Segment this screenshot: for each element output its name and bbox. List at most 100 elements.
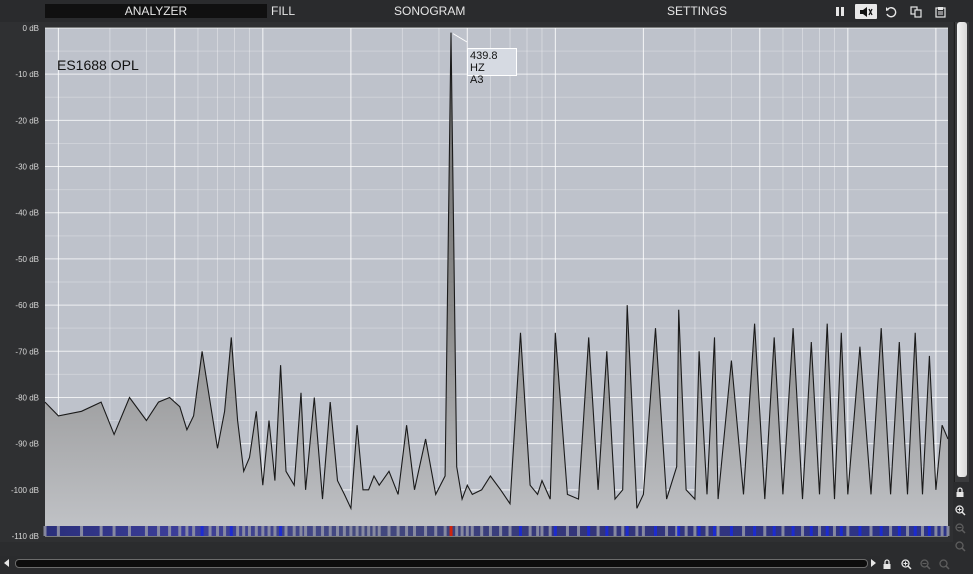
band-mark (372, 526, 376, 536)
spectrum-chart[interactable]: 0 dB -10 dB -20 dB -30 dB -40 dB -50 dB -60 dB… (0, 22, 953, 542)
speaker-icon (860, 6, 873, 17)
band-mark (157, 526, 161, 536)
y-tick-label: -20 dB (15, 116, 39, 125)
band-mark (825, 526, 829, 536)
copy-button[interactable] (906, 4, 926, 19)
band-mark (455, 526, 459, 536)
pause-icon (836, 7, 844, 16)
y-tick-label: -100 dB (11, 486, 39, 495)
band-mark (216, 526, 220, 536)
vertical-lock-button[interactable] (952, 485, 968, 499)
band-mark (596, 526, 600, 536)
band-mark (536, 526, 540, 536)
band-mark (223, 526, 227, 536)
band-mark (470, 526, 474, 536)
band-mark (772, 526, 776, 536)
band-mark (279, 526, 283, 536)
band-mark (208, 526, 212, 536)
speaker-button[interactable] (855, 4, 877, 19)
tab-sonogram[interactable]: SONOGRAM (394, 4, 465, 18)
band-mark (336, 526, 340, 536)
horizontal-scrollbar[interactable] (0, 556, 880, 570)
band-mark (261, 526, 265, 536)
horizontal-lock-button[interactable] (880, 557, 894, 571)
zoom-in-icon (900, 558, 912, 570)
band-mark (178, 526, 182, 536)
copy-icon (910, 5, 922, 18)
band-mark (613, 526, 617, 536)
zoom-reset-icon (954, 540, 966, 552)
tab-fill[interactable]: FILL (271, 4, 295, 18)
band-mark (921, 526, 925, 536)
spectrum-plot-panel[interactable]: 0 dB -10 dB -20 dB -30 dB -40 dB -50 dB -60 dB… (0, 22, 953, 542)
vertical-scrollbar[interactable] (954, 22, 969, 482)
scroll-right-icon[interactable] (869, 558, 877, 568)
paste-button[interactable] (931, 4, 951, 19)
band-mark (112, 526, 116, 536)
band-mark (99, 526, 103, 536)
pause-button[interactable] (830, 4, 850, 19)
menu-bar: ANALYZER FILL SONOGRAM SETTINGS (0, 0, 973, 22)
band-mark (913, 526, 917, 536)
horizontal-scrollbar-thumb[interactable] (15, 559, 868, 568)
band-mark (434, 526, 438, 536)
band-mark (284, 526, 288, 536)
band-mark (449, 526, 453, 536)
vertical-zoom-reset-button[interactable] (952, 539, 968, 553)
zoom-reset-icon (938, 558, 950, 570)
y-tick-label: -70 dB (15, 347, 39, 356)
band-mark (927, 526, 931, 536)
horizontal-zoom-reset-button[interactable] (937, 557, 951, 571)
band-mark (361, 526, 365, 536)
vertical-scrollbar-thumb[interactable] (957, 22, 967, 477)
band-mark (413, 526, 417, 536)
band-mark (200, 526, 204, 536)
band-mark (367, 526, 371, 536)
band-mark (192, 526, 196, 536)
band-mark (940, 526, 944, 536)
band-mark (697, 526, 701, 536)
band-mark (229, 526, 233, 536)
band-mark (377, 526, 381, 536)
band-mark (396, 526, 400, 536)
band-mark (299, 526, 303, 536)
paste-icon (935, 6, 946, 18)
y-tick-label: -80 dB (15, 393, 39, 402)
vertical-zoom-in-button[interactable] (952, 503, 968, 517)
tab-analyzer[interactable]: ANALYZER (45, 4, 267, 18)
horizontal-zoom-in-button[interactable] (899, 557, 913, 571)
band-mark (684, 526, 688, 536)
peak-frequency: 439.8 HZ (470, 50, 498, 74)
band-mark (312, 526, 316, 536)
band-mark (540, 526, 544, 536)
band-mark (576, 526, 580, 536)
y-tick-label: -40 dB (15, 209, 39, 218)
band-mark (839, 526, 843, 536)
band-mark (553, 526, 557, 536)
tab-settings[interactable]: SETTINGS (667, 4, 727, 18)
band-mark (693, 526, 697, 536)
band-mark (43, 526, 47, 536)
reset-icon (886, 6, 897, 17)
band-mark (858, 526, 862, 536)
band-mark (548, 526, 552, 536)
band-mark (292, 526, 296, 536)
band-mark (565, 526, 569, 536)
band-mark (677, 526, 681, 536)
band-mark (846, 526, 850, 536)
band-mark (242, 526, 246, 536)
band-mark (321, 526, 325, 536)
y-tick-label: -110 dB (12, 532, 39, 541)
band-mark (349, 526, 353, 536)
band-mark (405, 526, 409, 536)
y-tick-label: -60 dB (15, 301, 39, 310)
band-mark (705, 526, 709, 536)
y-tick-label: -10 dB (15, 70, 39, 79)
band-mark (355, 526, 359, 536)
reset-button[interactable] (881, 4, 901, 19)
vertical-zoom-out-button[interactable] (952, 521, 968, 535)
scroll-left-icon[interactable] (3, 558, 11, 568)
horizontal-zoom-out-button[interactable] (918, 557, 932, 571)
band-mark (879, 526, 883, 536)
band-mark (499, 526, 503, 536)
